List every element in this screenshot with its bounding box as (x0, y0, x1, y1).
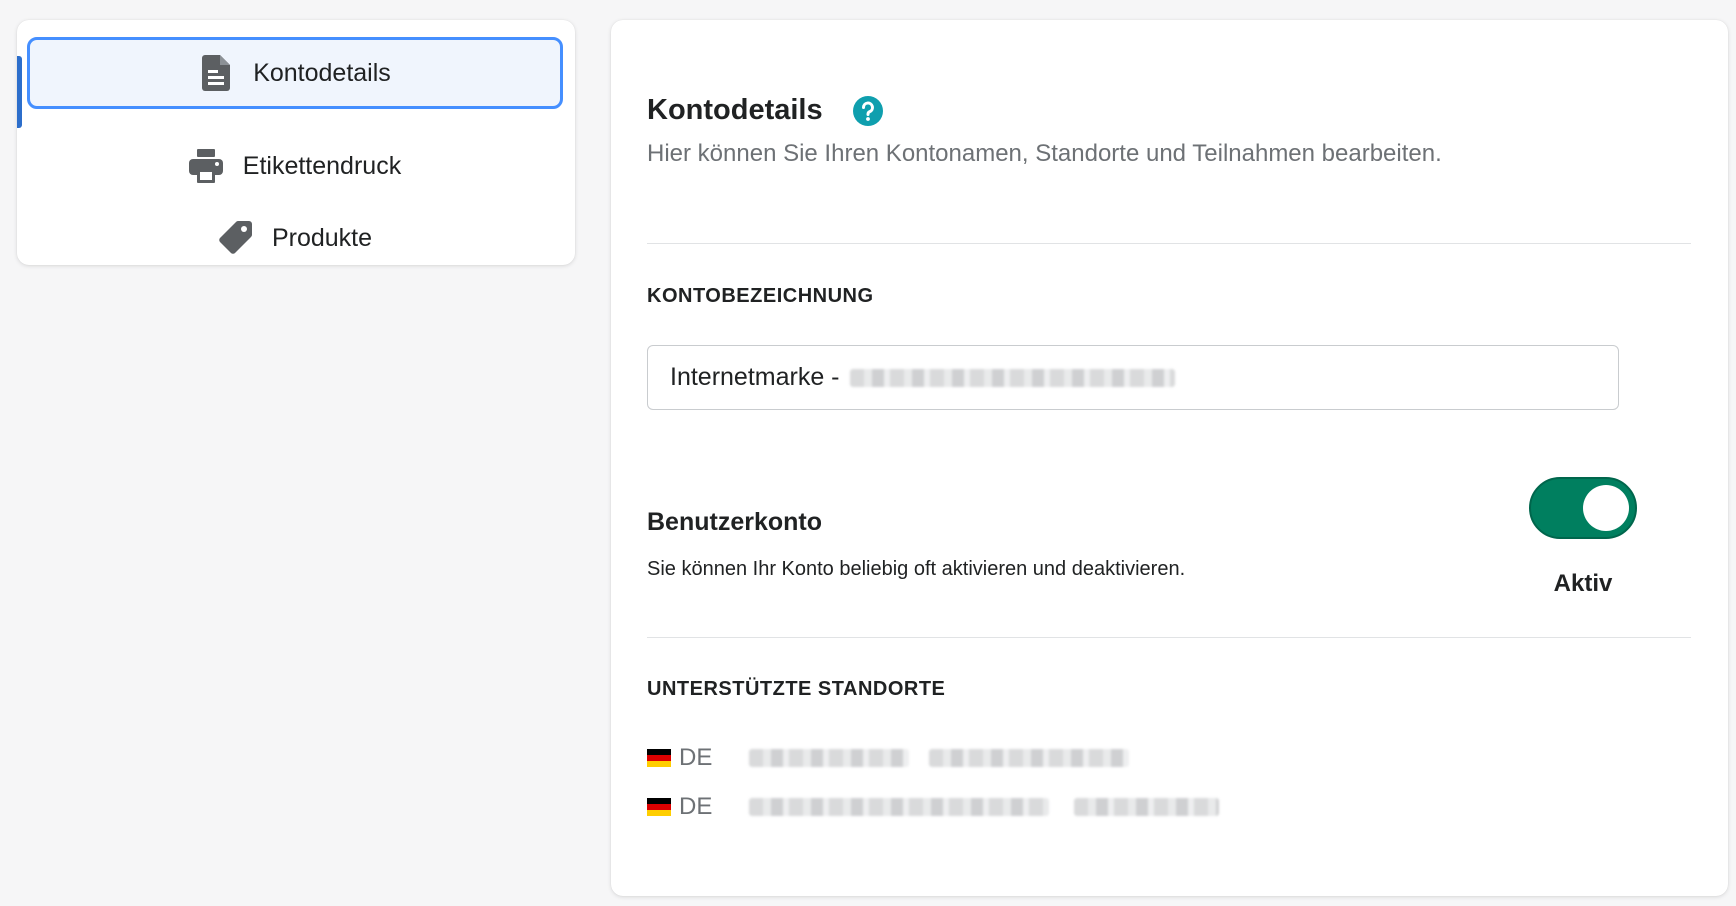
redacted-text (849, 368, 1175, 387)
redacted-text (929, 749, 1129, 767)
locations-label: UNTERSTÜTZTE STANDORTE (647, 678, 946, 700)
app-page: Kontodetails Etikettendruck Produkte Kon… (0, 0, 1736, 906)
germany-flag-icon (647, 798, 671, 816)
location-country-code: DE (679, 744, 713, 771)
active-indicator (17, 56, 22, 128)
toggle-status-label: Aktiv (1553, 570, 1613, 597)
sidebar-item-label: Kontodetails (253, 58, 391, 87)
printer-icon (188, 148, 223, 184)
page-title: Kontodetails (647, 94, 823, 126)
redacted-text (1074, 798, 1219, 816)
redacted-text (749, 798, 1049, 816)
help-icon[interactable] (852, 95, 883, 126)
toggle-knob (1583, 485, 1629, 531)
account-name-label: KONTOBEZEICHNUNG (647, 285, 874, 307)
section-divider (647, 243, 1691, 244)
germany-flag-icon (647, 749, 671, 767)
location-item: DE (647, 793, 1219, 821)
account-active-toggle[interactable] (1529, 477, 1637, 539)
sidebar-item-label: Produkte (271, 223, 373, 252)
account-details-card: Kontodetails Hier können Sie Ihren Konto… (611, 20, 1728, 896)
location-country-code: DE (679, 793, 713, 820)
sidebar-item-kontodetails[interactable]: Kontodetails (27, 37, 563, 109)
redacted-text (749, 749, 909, 767)
document-icon (199, 55, 233, 91)
sidebar-item-label: Etikettendruck (242, 151, 402, 180)
account-name-input[interactable]: Internetmarke - (647, 345, 1619, 410)
sidebar-item-produkte[interactable]: Produkte (27, 202, 563, 274)
account-name-value: Internetmarke - (670, 363, 840, 391)
page-subtitle: Hier können Sie Ihren Kontonamen, Stando… (647, 140, 1442, 167)
location-item: DE (647, 744, 1129, 772)
user-account-description: Sie können Ihr Konto beliebig oft aktivi… (647, 558, 1186, 580)
user-account-title: Benutzerkonto (647, 508, 822, 536)
section-divider (647, 637, 1691, 638)
sidebar-item-etikettendruck[interactable]: Etikettendruck (27, 130, 563, 202)
tag-icon (218, 220, 252, 256)
settings-sidebar: Kontodetails Etikettendruck Produkte (17, 20, 575, 265)
card-header: Kontodetails (647, 94, 883, 127)
